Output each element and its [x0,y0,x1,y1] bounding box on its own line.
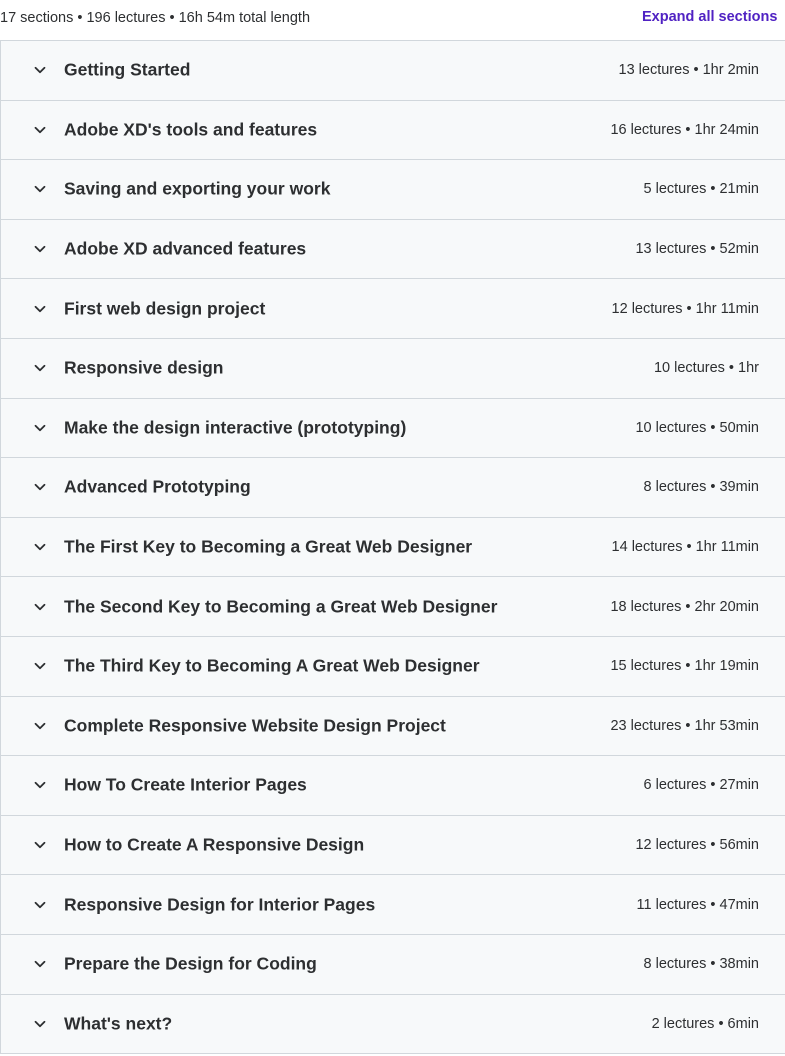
curriculum-section-list: Getting Started 13 lectures • 1hr 2min Ado… [0,40,785,1055]
section-row[interactable]: What's next? 2 lectures • 6min [0,994,785,1055]
section-row[interactable]: The First Key to Becoming a Great Web De… [0,517,785,578]
section-title: How To Create Interior Pages [64,774,307,795]
section-title: Adobe XD's tools and features [64,119,318,140]
chevron-down-icon [33,778,47,792]
section-lecture-info: 13 lectures • 52min [635,241,759,258]
section-lecture-info: 5 lectures • 21min [643,181,760,198]
section-lecture-info: 12 lectures • 56min [635,837,759,854]
section-lecture-info: 12 lectures • 1hr 11min [611,300,759,317]
section-row[interactable]: Saving and exporting your work 5 lectures… [0,160,785,220]
chevron-down-icon [33,421,47,435]
section-row[interactable]: How to Create A Responsive Design 12 lect… [0,815,785,876]
section-row[interactable]: Adobe XD advanced features 13 lectures • … [0,219,785,280]
section-row[interactable]: Prepare the Design for Coding 8 lectures … [0,934,785,995]
chevron-down-icon [33,1017,47,1031]
chevron-down-icon [33,123,47,137]
section-row[interactable]: First web design project 12 lectures • 1h… [0,279,785,339]
section-row[interactable]: The Second Key to Becoming a Great Web D… [0,577,785,637]
section-title: How to Create A Responsive Design [64,834,365,855]
section-lecture-info: 10 lectures • 1hr [653,360,759,377]
section-title: Responsive design [64,357,224,378]
section-lecture-info: 8 lectures • 38min [643,956,760,973]
chevron-down-icon [33,182,47,196]
section-title: Complete Responsive Website Design Proje… [64,715,446,736]
section-row[interactable]: Adobe XD's tools and features 16 lectures… [0,100,785,161]
chevron-down-icon [33,63,47,77]
section-title: First web design project [64,298,266,319]
chevron-down-icon [33,957,47,971]
section-lecture-info: 16 lectures • 1hr 24min [610,121,759,138]
section-title: The Second Key to Becoming a Great Web D… [64,596,498,617]
section-title: Prepare the Design for Coding [64,953,317,974]
section-row[interactable]: Advanced Prototyping 8 lectures • 39min [0,458,785,518]
section-title: What's next? [64,1013,173,1034]
section-row[interactable]: How To Create Interior Pages 6 lectures •… [0,756,785,816]
chevron-down-icon [33,600,47,614]
section-lecture-info: 11 lectures • 47min [636,896,759,913]
chevron-down-icon [33,302,47,316]
section-row[interactable]: Make the design interactive (prototyping… [0,398,785,459]
expand-all-sections-button[interactable]: Expand all sections [642,9,777,25]
curriculum-header: 17 sections • 196 lectures • 16h 54m tot… [0,0,785,40]
section-lecture-info: 2 lectures • 6min [651,1015,759,1032]
section-title: Saving and exporting your work [64,178,331,199]
section-lecture-info: 15 lectures • 1hr 19min [610,658,759,675]
chevron-down-icon [33,361,47,375]
chevron-down-icon [33,540,47,554]
section-lecture-info: 8 lectures • 39min [643,479,760,496]
section-title: Make the design interactive (prototyping… [64,417,407,438]
section-lecture-info: 18 lectures • 2hr 20min [610,598,759,615]
section-row[interactable]: The Third Key to Becoming A Great Web De… [0,636,785,697]
section-row[interactable]: Getting Started 13 lectures • 1hr 2min [0,41,785,101]
chevron-down-icon [33,242,47,256]
section-title: Adobe XD advanced features [64,238,307,259]
section-lecture-info: 6 lectures • 27min [643,777,760,794]
section-lecture-info: 14 lectures • 1hr 11min [611,539,759,556]
section-title: Advanced Prototyping [64,476,251,497]
section-row[interactable]: Responsive Design for Interior Pages 11 l… [0,875,785,935]
chevron-down-icon [33,659,47,673]
section-title: The Third Key to Becoming A Great Web De… [64,655,480,676]
section-title: Responsive Design for Interior Pages [64,894,376,915]
section-row[interactable]: Complete Responsive Website Design Proje… [0,696,785,757]
section-title: The First Key to Becoming a Great Web De… [64,536,473,557]
section-lecture-info: 10 lectures • 50min [635,419,759,436]
chevron-down-icon [33,838,47,852]
section-row[interactable]: Responsive design 10 lectures • 1hr [0,338,785,399]
curriculum-summary: 17 sections • 196 lectures • 16h 54m tot… [0,10,311,26]
chevron-down-icon [33,719,47,733]
section-lecture-info: 23 lectures • 1hr 53min [610,717,759,734]
chevron-down-icon [33,480,47,494]
section-title: Getting Started [64,59,191,80]
section-lecture-info: 13 lectures • 1hr 2min [618,62,759,79]
chevron-down-icon [33,898,47,912]
